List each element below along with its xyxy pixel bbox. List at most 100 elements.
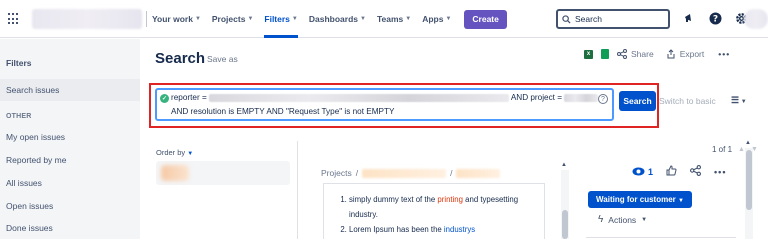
redacted-issue-key[interactable]	[456, 168, 501, 178]
nav-teams[interactable]: Teams ▼	[377, 0, 411, 38]
scroll-up-icon[interactable]: ▲	[745, 140, 751, 146]
nav-dashboards[interactable]: Dashboards ▼	[309, 0, 366, 38]
text: Lorem Ipsum has been the	[349, 225, 444, 234]
scroll-thumb[interactable]	[562, 210, 568, 239]
top-right-icons: ?	[682, 11, 748, 25]
app-switcher-icon[interactable]	[8, 13, 20, 25]
watchers-button[interactable]: 1	[632, 167, 653, 177]
notifications-megaphone-icon[interactable]	[682, 11, 696, 25]
redacted-reporter	[209, 93, 509, 102]
jql-help-icon[interactable]: ?	[598, 94, 608, 104]
status-label: Waiting for customer	[596, 195, 676, 204]
chevron-up-icon[interactable]: ▲	[738, 146, 745, 153]
order-by-dropdown[interactable]: Order by ▼	[156, 148, 193, 157]
filters-sidebar: Filters Search issues OTHER My open issu…	[0, 39, 140, 239]
nav-your-work[interactable]: Your work ▼	[152, 0, 201, 38]
save-as-link[interactable]: Save as	[207, 54, 238, 64]
redacted-issue-key	[161, 165, 189, 181]
status-dropdown-button[interactable]: Waiting for customer ▼	[588, 191, 692, 208]
nav-projects[interactable]: Projects ▼	[212, 0, 254, 38]
chevron-down-icon: ▼	[247, 16, 254, 22]
more-options-icon[interactable]: •••	[718, 49, 730, 59]
column-divider	[297, 141, 298, 239]
redacted-project	[564, 93, 599, 102]
global-search-input[interactable]: Search	[556, 9, 670, 29]
redacted-project-name[interactable]	[362, 168, 447, 178]
issue-toolbar: 1 •••	[632, 165, 726, 178]
sidebar-item-done-issues[interactable]: Done issues	[0, 217, 140, 239]
more-options-icon[interactable]: •••	[714, 167, 726, 177]
breadcrumb-separator: /	[355, 168, 359, 178]
sidebar-item-all-issues[interactable]: All issues	[0, 172, 140, 194]
nav-label: Your work	[152, 14, 193, 24]
actions-dropdown[interactable]: ϟ Actions ▼	[598, 214, 647, 225]
highlighted-text: printing	[437, 195, 463, 204]
export-icon	[667, 49, 675, 59]
scroll-up-icon[interactable]: ▲	[561, 162, 567, 168]
nav-label: Projects	[211, 14, 246, 24]
chevron-down-icon: ▼	[359, 16, 366, 22]
description-list: simply dummy text of the printing and ty…	[339, 192, 539, 237]
watcher-count: 1	[648, 166, 654, 177]
page-title: Search	[155, 50, 206, 67]
jql-text: AND project =	[509, 93, 565, 102]
search-icon	[562, 14, 571, 24]
google-sheets-icon[interactable]	[601, 49, 609, 59]
sidebar-item-my-open-issues[interactable]: My open issues	[0, 126, 140, 148]
nav-label: Apps	[422, 14, 444, 24]
avatar[interactable]	[744, 9, 768, 29]
thumbs-up-icon[interactable]	[666, 165, 677, 178]
nav-label: Filters	[264, 14, 290, 24]
breadcrumb: Projects / /	[321, 168, 501, 178]
top-navigation-bar: Your work ▼ Projects ▼ Filters ▼ Dashboards…	[0, 0, 768, 38]
panel-divider	[586, 237, 736, 238]
pagination-count: 1 of 1	[712, 145, 733, 154]
valid-query-check-icon: ✓	[160, 94, 169, 103]
share-icon	[617, 49, 627, 59]
export-button[interactable]: Export	[666, 49, 705, 59]
export-label: Export	[679, 49, 705, 59]
header-actions: x Share Export •••	[584, 49, 730, 59]
breadcrumb-projects[interactable]: Projects	[321, 168, 352, 178]
chevron-down-icon: ▼	[678, 198, 684, 204]
sidebar-item-open-issues[interactable]: Open issues	[0, 195, 140, 217]
jql-query-input[interactable]: ✓ reporter = AND project = AND resolutio…	[155, 88, 614, 121]
switch-to-basic-link[interactable]: Switch to basic	[659, 96, 716, 106]
nav-label: Dashboards	[308, 14, 358, 24]
issue-description: simply dummy text of the printing and ty…	[323, 183, 545, 239]
primary-nav: Your work ▼ Projects ▼ Filters ▼ Dashboards…	[152, 0, 507, 38]
site-logo[interactable]	[32, 9, 142, 29]
search-button[interactable]: Search	[619, 91, 656, 111]
sidebar-section-heading: OTHER	[6, 113, 32, 120]
chevron-down-icon: ▼	[641, 216, 648, 223]
issue-list-item[interactable]	[156, 161, 290, 185]
jql-text: reporter =	[171, 93, 209, 102]
list-item: Lorem Ipsum has been the industrys	[349, 222, 539, 237]
eye-icon	[632, 167, 645, 176]
search-placeholder: Search	[575, 14, 602, 24]
description-scrollbar[interactable]: ▲	[561, 160, 569, 239]
actions-label: Actions	[608, 214, 637, 225]
order-by-label: Order by	[156, 148, 186, 157]
sidebar-item-search-issues[interactable]: Search issues	[0, 79, 140, 101]
lightning-icon: ϟ	[598, 214, 604, 225]
excel-export-icon[interactable]: x	[584, 49, 593, 59]
create-button[interactable]: Create	[464, 9, 507, 29]
jql-line-2: AND resolution is EMPTY AND "Request Typ…	[171, 107, 395, 116]
nav-divider	[146, 11, 147, 27]
help-icon[interactable]: ?	[708, 11, 722, 25]
scroll-thumb[interactable]	[746, 150, 752, 210]
nav-label: Teams	[376, 14, 404, 24]
chevron-down-icon: ▼	[405, 16, 412, 22]
detail-scrollbar[interactable]: ▲	[745, 138, 753, 239]
sidebar-item-reported-by-me[interactable]: Reported by me	[0, 149, 140, 171]
share-icon[interactable]	[690, 165, 702, 178]
text: simply dummy text of the	[349, 195, 438, 204]
list-view-toggle-icon[interactable]: ☰ ▼	[731, 95, 747, 106]
share-button[interactable]: Share	[617, 49, 654, 59]
nav-filters[interactable]: Filters ▼	[264, 0, 299, 38]
nav-apps[interactable]: Apps ▼	[422, 0, 451, 38]
chevron-down-icon: ▼	[187, 151, 194, 157]
breadcrumb-separator: /	[450, 168, 453, 178]
link-text[interactable]: industrys	[444, 225, 475, 234]
